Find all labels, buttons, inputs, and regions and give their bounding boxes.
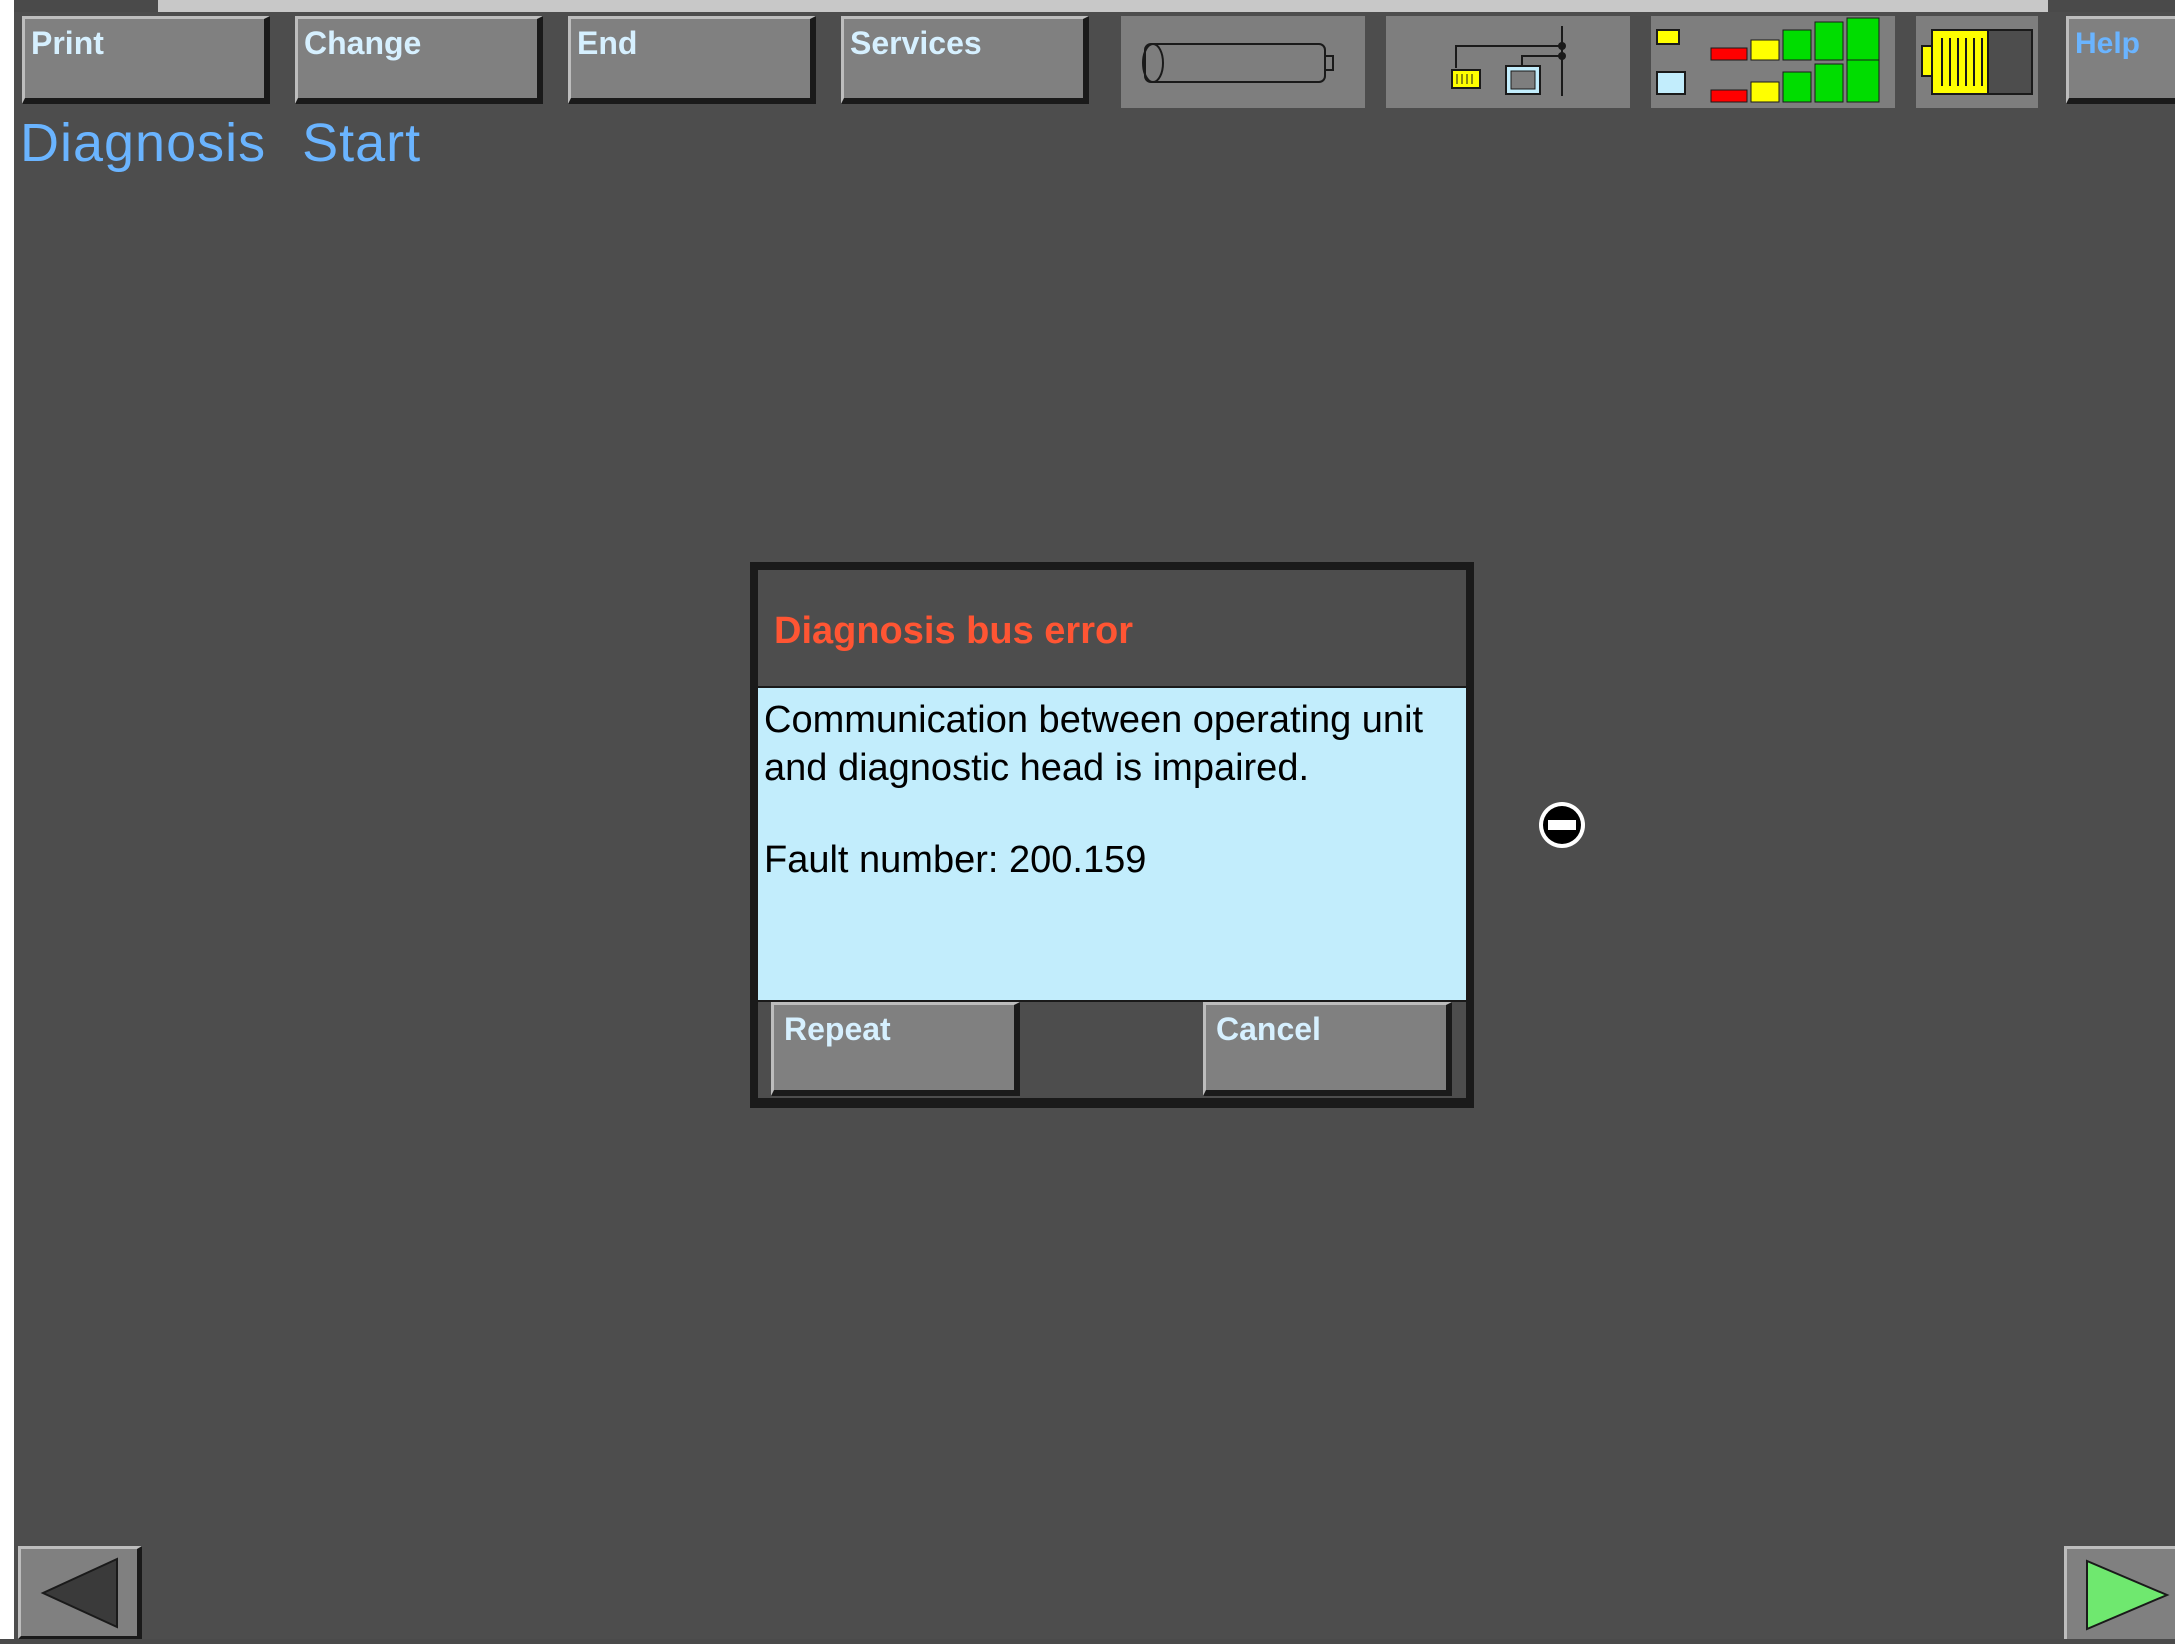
print-button-label: Print bbox=[31, 25, 104, 61]
battery-icon bbox=[1921, 29, 2033, 95]
message-line-2: and diagnostic head is impaired. bbox=[764, 747, 1310, 789]
cancel-button-label: Cancel bbox=[1216, 1011, 1321, 1047]
signal-level-icon bbox=[1656, 17, 1880, 103]
cylinder-panel bbox=[1121, 16, 1365, 108]
help-button-label: Help bbox=[2075, 27, 2141, 60]
battery-panel bbox=[1916, 16, 2038, 108]
connection-diagram-icon bbox=[1451, 26, 1566, 96]
end-button-label: End bbox=[577, 25, 638, 61]
top-edge bbox=[158, 0, 2048, 12]
arrow-left-icon bbox=[40, 1557, 118, 1629]
repeat-button[interactable]: Repeat bbox=[771, 1002, 1020, 1096]
dialog-header: Diagnosis bus error bbox=[758, 570, 1466, 686]
print-button[interactable]: Print bbox=[22, 16, 270, 104]
dialog-title: Diagnosis bus error bbox=[774, 610, 1133, 652]
help-button[interactable]: Help bbox=[2066, 16, 2175, 104]
fault-number: Fault number: 200.159 bbox=[764, 839, 1147, 881]
message-line-1: Communication between operating unit bbox=[764, 699, 1424, 741]
back-button[interactable] bbox=[18, 1546, 142, 1639]
left-edge bbox=[0, 0, 14, 1639]
change-button[interactable]: Change bbox=[295, 16, 543, 104]
end-button[interactable]: End bbox=[568, 16, 816, 104]
forward-button[interactable] bbox=[2064, 1546, 2175, 1639]
signal-panel bbox=[1651, 16, 1895, 108]
services-button-label: Services bbox=[850, 25, 982, 61]
page-title-start: Start bbox=[302, 113, 422, 173]
connection-panel bbox=[1386, 16, 1630, 108]
page-title: Diagnosis Start bbox=[20, 112, 457, 174]
change-button-label: Change bbox=[304, 25, 422, 61]
no-entry-cursor-icon bbox=[1539, 802, 1585, 848]
cylinder-gauge-icon bbox=[1142, 43, 1334, 83]
services-button[interactable]: Services bbox=[841, 16, 1089, 104]
cancel-button[interactable]: Cancel bbox=[1203, 1002, 1452, 1096]
page-title-diagnosis: Diagnosis bbox=[20, 113, 267, 173]
repeat-button-label: Repeat bbox=[784, 1011, 891, 1047]
dialog-message: Communication between operating unit and… bbox=[758, 688, 1466, 1000]
arrow-right-icon bbox=[2086, 1559, 2170, 1631]
